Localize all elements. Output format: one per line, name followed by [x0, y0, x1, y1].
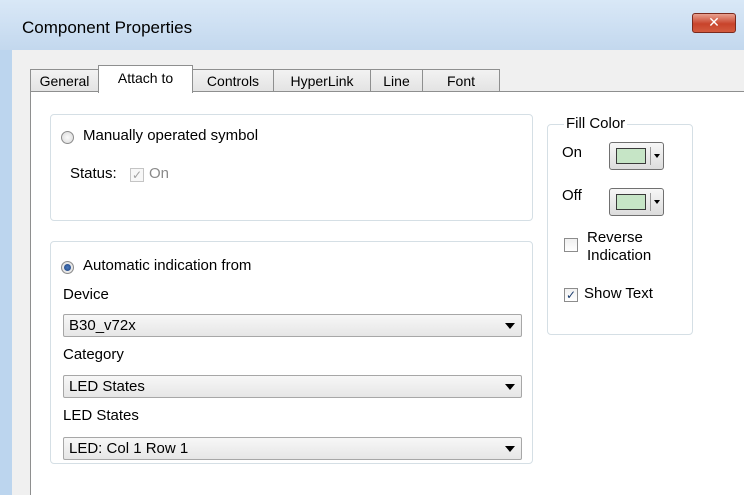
tab-label: Controls	[206, 73, 260, 89]
status-label: Status:	[70, 165, 117, 182]
fill-on-color-button[interactable]	[609, 142, 664, 170]
reverse-label-line1: Reverse	[587, 229, 643, 246]
manual-group: Manually operated symbol Status: ✓ On	[50, 114, 533, 221]
tab-attach-to[interactable]: Attach to	[98, 65, 193, 93]
tab-line[interactable]: Line	[370, 69, 423, 92]
tab-font[interactable]: Font	[422, 69, 500, 92]
manual-radio-label: Manually operated symbol	[83, 127, 259, 144]
attach-to-panel: Manually operated symbol Status: ✓ On Au…	[30, 91, 744, 495]
title-bar[interactable]: Component Properties ✕	[0, 0, 744, 50]
automatic-radio[interactable]	[61, 261, 74, 274]
device-label: Device	[63, 286, 109, 303]
tab-label: Attach to	[117, 70, 174, 86]
device-value: B30_v72x	[69, 317, 136, 334]
automatic-group: Automatic indication from Device B30_v72…	[50, 241, 533, 464]
check-icon: ✓	[131, 168, 143, 182]
reverse-indication-label: Reverse Indication	[587, 229, 651, 265]
chevron-down-icon	[654, 154, 660, 158]
category-combobox[interactable]: LED States	[63, 375, 522, 398]
status-on-label: On	[149, 165, 170, 182]
tab-controls[interactable]: Controls	[192, 69, 274, 92]
fill-off-color-button[interactable]	[609, 188, 664, 216]
tab-label: HyperLink	[290, 73, 354, 89]
chevron-down-icon	[505, 384, 515, 390]
fill-color-group-label: Fill Color	[564, 115, 628, 132]
reverse-label-line2: Indication	[587, 247, 652, 264]
component-properties-window: Component Properties ✕ General Attach to…	[0, 0, 744, 495]
category-value: LED States	[69, 378, 145, 395]
manual-radio[interactable]	[61, 131, 74, 144]
tab-hyperlink[interactable]: HyperLink	[273, 69, 371, 92]
tab-label: Font	[446, 73, 475, 89]
led-states-value: LED: Col 1 Row 1	[69, 440, 189, 457]
show-text-checkbox[interactable]: ✓	[564, 288, 578, 302]
fill-off-label: Off	[562, 187, 582, 204]
tab-label: General	[39, 73, 90, 89]
close-icon: ✕	[708, 15, 720, 31]
fill-on-swatch	[616, 148, 646, 164]
tab-general[interactable]: General	[30, 69, 99, 92]
reverse-indication-checkbox[interactable]	[564, 238, 578, 252]
show-text-label: Show Text	[584, 285, 653, 302]
device-combobox[interactable]: B30_v72x	[63, 314, 522, 337]
fill-on-label: On	[562, 144, 583, 161]
divider	[650, 147, 651, 165]
led-states-label: LED States	[63, 407, 139, 424]
chevron-down-icon	[505, 323, 515, 329]
chevron-down-icon	[654, 200, 660, 204]
window-title: Component Properties	[22, 18, 193, 37]
check-icon: ✓	[565, 288, 577, 302]
dialog-client-area: General Attach to Controls HyperLink Lin…	[12, 50, 744, 495]
fill-off-swatch	[616, 194, 646, 210]
automatic-radio-label: Automatic indication from	[83, 257, 252, 274]
close-button[interactable]: ✕	[692, 13, 736, 33]
divider	[650, 193, 651, 211]
category-label: Category	[63, 346, 124, 363]
led-states-combobox[interactable]: LED: Col 1 Row 1	[63, 437, 522, 460]
status-on-checkbox[interactable]: ✓	[130, 168, 144, 182]
chevron-down-icon	[505, 446, 515, 452]
tab-label: Line	[383, 73, 410, 89]
